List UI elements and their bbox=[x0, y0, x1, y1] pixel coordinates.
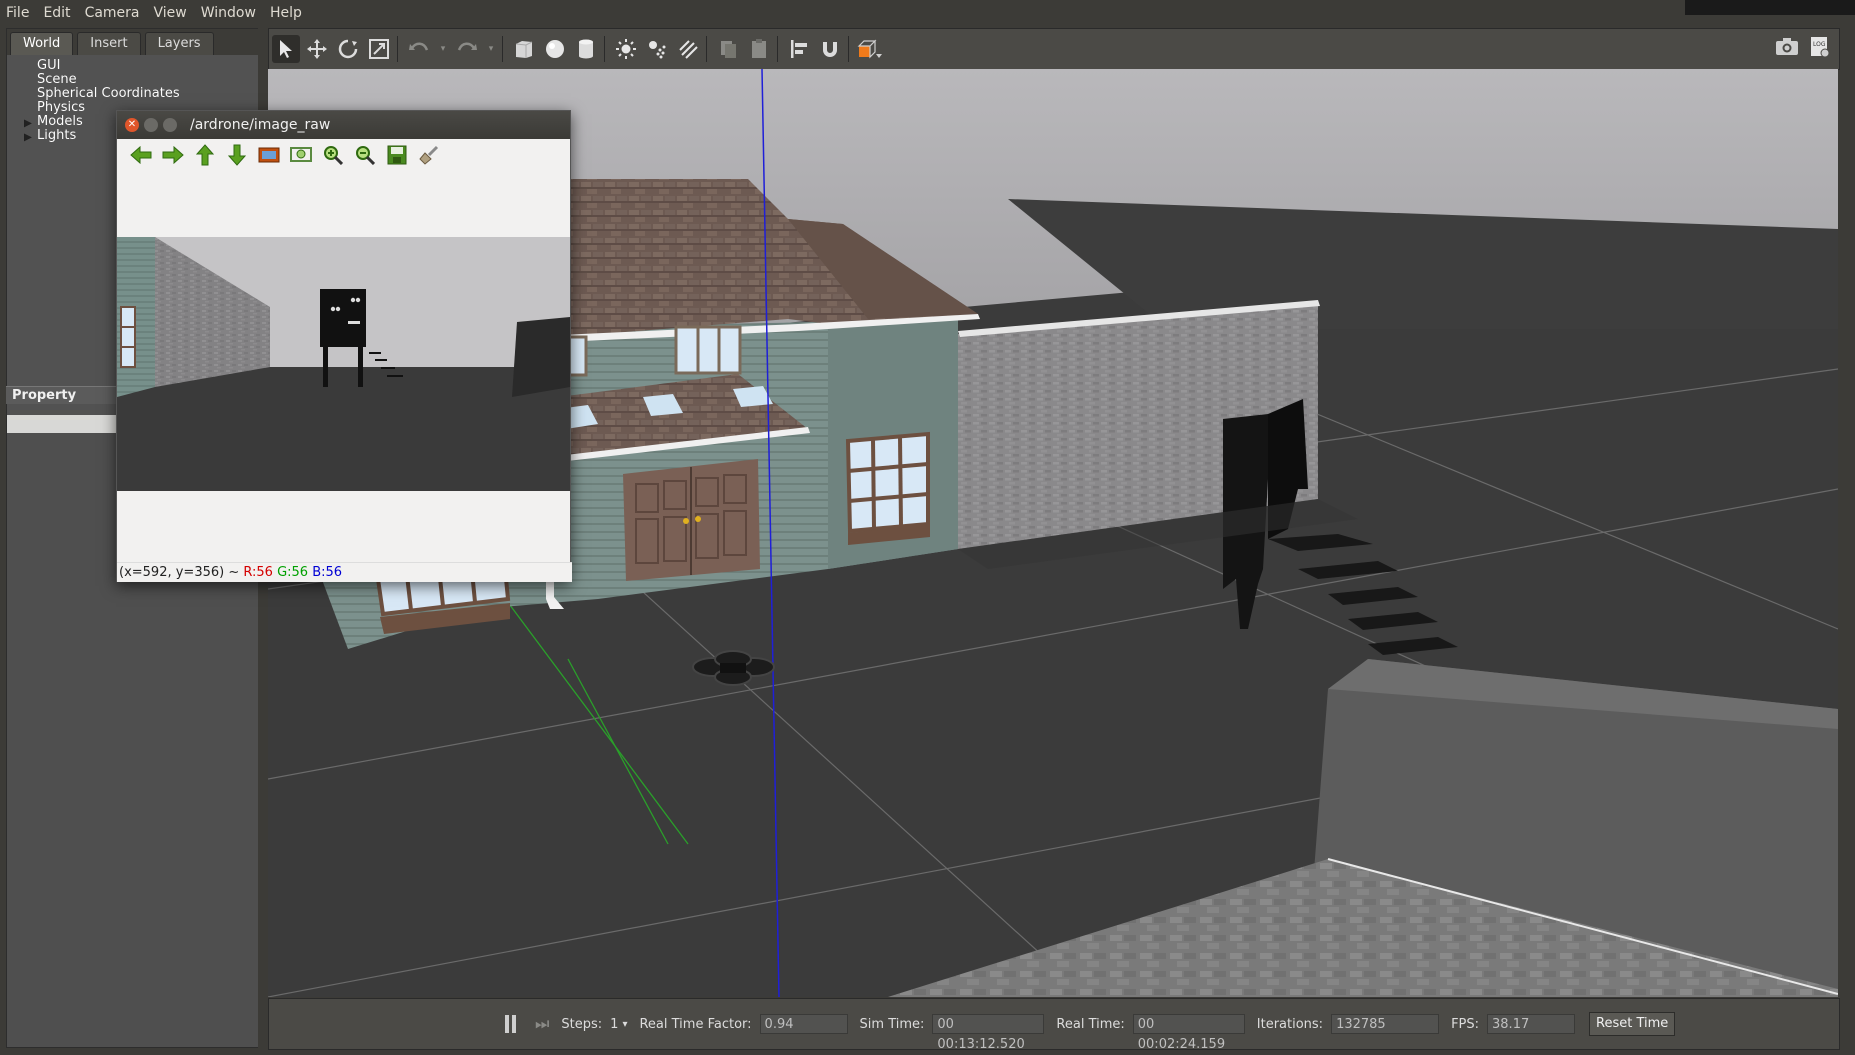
left-tabs: World Insert Layers bbox=[7, 29, 218, 55]
select-icon[interactable] bbox=[272, 35, 300, 63]
rtf-label: Real Time Factor: bbox=[639, 1016, 752, 1032]
image-view-window: ✕ /ardrone/image_raw (x=592, y=356) ~ R:… bbox=[116, 110, 572, 582]
image-toolbar bbox=[117, 139, 570, 171]
zoom-out-icon[interactable] bbox=[349, 143, 381, 167]
menu-help[interactable]: Help bbox=[263, 5, 309, 21]
tree-item-label: Lights bbox=[37, 128, 77, 143]
maximize-icon[interactable] bbox=[163, 118, 177, 132]
redo-dropdown-icon[interactable]: ▾ bbox=[484, 35, 498, 63]
zoom-in-icon[interactable] bbox=[317, 143, 349, 167]
menu-edit[interactable]: Edit bbox=[36, 5, 77, 21]
tree-item-gui[interactable]: GUI bbox=[7, 59, 259, 73]
up-icon[interactable] bbox=[189, 143, 221, 167]
rotate-icon[interactable] bbox=[334, 35, 362, 63]
pixel-status-bar: (x=592, y=356) ~ R:56 G:56 B:56 bbox=[117, 562, 572, 582]
directional-light-icon[interactable] bbox=[674, 35, 702, 63]
tree-item-label: Scene bbox=[37, 72, 77, 87]
steps-value[interactable]: 1 bbox=[610, 1017, 618, 1032]
menu-camera[interactable]: Camera bbox=[78, 5, 147, 21]
toolbar-separator bbox=[848, 36, 849, 62]
tree-item-label: GUI bbox=[37, 58, 61, 73]
camera-image-render bbox=[117, 237, 570, 491]
menu-bar: File Edit Camera View Window Help bbox=[0, 0, 1855, 26]
toolbar-separator bbox=[604, 36, 605, 62]
status-blue: B:56 bbox=[312, 565, 343, 580]
image-icon[interactable] bbox=[253, 143, 285, 167]
point-light-icon[interactable] bbox=[612, 35, 640, 63]
toolbar-separator bbox=[706, 36, 707, 62]
iterations-label: Iterations: bbox=[1256, 1016, 1324, 1032]
tab-insert[interactable]: Insert bbox=[77, 32, 141, 55]
toolbar-separator bbox=[777, 36, 778, 62]
zoom-fit-icon[interactable] bbox=[285, 143, 317, 167]
real-time-label: Real Time: bbox=[1056, 1016, 1125, 1032]
menubar-right-block bbox=[1685, 0, 1855, 15]
screenshot-icon[interactable] bbox=[1775, 35, 1799, 63]
sim-time-label: Sim Time: bbox=[859, 1016, 925, 1032]
iterations-field: 132785 bbox=[1331, 1014, 1440, 1034]
spot-light-icon[interactable] bbox=[643, 35, 671, 63]
box-icon[interactable] bbox=[510, 35, 538, 63]
menu-view[interactable]: View bbox=[147, 5, 194, 21]
down-icon[interactable] bbox=[221, 143, 253, 167]
toolbar-separator bbox=[502, 36, 503, 62]
status-green: G:56 bbox=[277, 565, 309, 580]
window-titlebar[interactable]: ✕ /ardrone/image_raw bbox=[117, 111, 570, 139]
steps-dropdown-icon[interactable]: ▾ bbox=[622, 1019, 627, 1030]
fps-field: 38.17 bbox=[1487, 1014, 1576, 1034]
tree-item-label: Spherical Coordinates bbox=[37, 86, 180, 101]
toolbar-separator bbox=[397, 36, 398, 62]
undo-dropdown-icon[interactable]: ▾ bbox=[436, 35, 450, 63]
sphere-icon[interactable] bbox=[541, 35, 569, 63]
camera-image[interactable] bbox=[117, 237, 570, 491]
tree-item-spherical-coordinates[interactable]: Spherical Coordinates bbox=[7, 87, 259, 101]
forward-icon[interactable] bbox=[157, 143, 189, 167]
simulation-status-bar: ⏭ Steps: 1 ▾ Real Time Factor: 0.94 Sim … bbox=[268, 998, 1840, 1052]
window-title: /ardrone/image_raw bbox=[190, 117, 331, 133]
log-icon[interactable]: LOG bbox=[1809, 35, 1831, 63]
tree-item-label: Physics bbox=[37, 100, 86, 115]
rtf-field: 0.94 bbox=[759, 1014, 848, 1034]
tree-item-scene[interactable]: Scene bbox=[7, 73, 259, 87]
translate-icon[interactable] bbox=[303, 35, 331, 63]
undo-icon[interactable] bbox=[405, 35, 433, 63]
real-time-field: 00 00:02:24.159 bbox=[1132, 1014, 1245, 1052]
pause-icon[interactable] bbox=[505, 1015, 519, 1033]
tab-world[interactable]: World bbox=[10, 32, 74, 55]
svg-text:LOG: LOG bbox=[1813, 41, 1826, 48]
fps-label: FPS: bbox=[1451, 1016, 1480, 1032]
main-toolbar: ▾ ▾ LOG bbox=[268, 28, 1840, 70]
steps-label: Steps: bbox=[561, 1016, 603, 1032]
view-angle-icon[interactable] bbox=[856, 35, 884, 63]
redo-icon[interactable] bbox=[453, 35, 481, 63]
minimize-icon[interactable] bbox=[144, 118, 158, 132]
copy-icon[interactable] bbox=[714, 35, 742, 63]
tab-layers[interactable]: Layers bbox=[144, 32, 214, 55]
scale-icon[interactable] bbox=[365, 35, 393, 63]
close-icon[interactable]: ✕ bbox=[125, 118, 139, 132]
sim-time-field: 00 00:13:12.520 bbox=[932, 1014, 1045, 1052]
toolbar-right: LOG bbox=[1775, 35, 1831, 63]
expand-arrow-icon[interactable]: ▶ bbox=[24, 131, 32, 145]
status-red: R:56 bbox=[243, 565, 273, 580]
paste-icon[interactable] bbox=[745, 35, 773, 63]
step-icon[interactable]: ⏭ bbox=[535, 1014, 549, 1034]
menu-window[interactable]: Window bbox=[194, 5, 263, 21]
cylinder-icon[interactable] bbox=[572, 35, 600, 63]
snap-icon[interactable] bbox=[816, 35, 844, 63]
tree-item-label: Models bbox=[37, 114, 83, 129]
status-coords: (x=592, y=356) ~ bbox=[119, 565, 244, 580]
save-icon[interactable] bbox=[381, 143, 413, 167]
reset-time-button[interactable]: Reset Time bbox=[1589, 1012, 1676, 1036]
clear-icon[interactable] bbox=[413, 143, 445, 167]
back-icon[interactable] bbox=[125, 143, 157, 167]
menu-file[interactable]: File bbox=[0, 5, 36, 21]
align-icon[interactable] bbox=[785, 35, 813, 63]
